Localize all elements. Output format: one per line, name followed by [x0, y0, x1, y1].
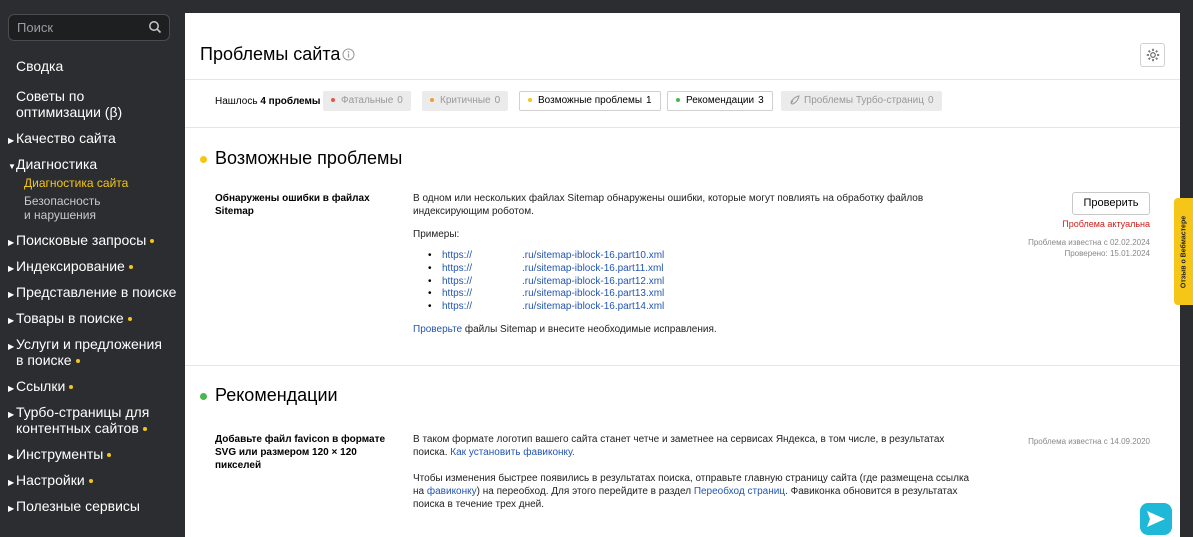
filter-recommendations[interactable]: Рекомендации 3 — [667, 91, 773, 111]
yellow-dot-icon — [528, 98, 532, 103]
notification-dot — [142, 427, 147, 432]
chevron-right-icon: ▶ — [8, 342, 15, 351]
chevron-right-icon: ▶ — [8, 290, 15, 299]
examples-list: https://.ru/sitemap-iblock-16.part10.xml… — [428, 250, 664, 314]
issue-description-sitemap: В одном или нескольких файлах Sitemap об… — [413, 193, 924, 217]
examples-label: Примеры: — [413, 229, 460, 240]
sidebar-item-tools[interactable]: ▶ Инструменты — [0, 446, 185, 462]
favicon-howto-link[interactable]: Как установить фавиконку. — [450, 447, 575, 458]
chevron-right-icon: ▶ — [8, 504, 15, 513]
section-title-possible: Возможные проблемы — [215, 148, 403, 168]
chevron-right-icon: ▶ — [8, 316, 15, 325]
check-button[interactable]: Проверить — [1072, 192, 1150, 215]
sidebar-item-queries[interactable]: ▶ Поисковые запросы — [0, 232, 185, 248]
green-dot-icon — [200, 393, 207, 400]
found-count: Нашлось 4 проблемы — [215, 96, 321, 107]
sidebar-item-goods[interactable]: ▶ Товары в поиске — [0, 310, 185, 326]
sidebar-item-links[interactable]: ▶ Ссылки — [0, 378, 185, 394]
chevron-right-icon: ▶ — [8, 452, 15, 461]
filter-bar: Нашлось 4 проблемы Фатальные 0 Критичные 0… — [185, 80, 1180, 128]
sidebar-item-indexing[interactable]: ▶ Индексирование — [0, 258, 185, 274]
sidebar-subitem-security[interactable]: Безопасность и нарушения — [0, 194, 110, 222]
send-icon — [1147, 511, 1165, 527]
orange-dot-icon — [430, 98, 434, 103]
list-item[interactable]: https://.ru/sitemap-iblock-16.part13.xml — [428, 288, 664, 301]
fix-hint: Проверьте файлы Sitemap и внесите необхо… — [413, 324, 717, 335]
sidebar-subitem-diag-site[interactable]: Диагностика сайта — [0, 176, 185, 190]
notification-dot — [88, 479, 93, 484]
sidebar-item-tips[interactable]: Советы по оптимизации (β) — [0, 88, 160, 120]
notification-dot — [150, 239, 155, 244]
sidebar-item-summary[interactable]: Сводка — [0, 58, 185, 74]
green-dot-icon — [676, 98, 680, 103]
search-input[interactable] — [9, 15, 144, 40]
status-text: Проблема актуальна — [1062, 219, 1150, 229]
search-box — [8, 14, 170, 41]
notification-dot — [128, 265, 133, 270]
filter-critical[interactable]: Критичные 0 — [422, 91, 509, 111]
sidebar-item-quality[interactable]: ▶ Качество сайта — [0, 130, 185, 146]
issue-meta-favicon: Проблема известна с 14.09.2020 — [1028, 437, 1150, 446]
main-panel: Проблемы сайта Нашлось 4 проблемы Фаталь… — [185, 13, 1180, 537]
gear-icon — [1146, 48, 1160, 62]
chevron-right-icon: ▶ — [8, 384, 15, 393]
sidebar-item-services[interactable]: ▶ Услуги и предложения в поиске — [0, 336, 175, 368]
page-title: Проблемы сайта — [200, 44, 341, 64]
issue-description-favicon-2: Чтобы изменения быстрее появились в резу… — [413, 473, 970, 510]
issue-meta-sitemap: Проблема известна с 02.02.2024 Проверено… — [1028, 238, 1150, 258]
info-icon[interactable] — [342, 48, 355, 61]
chevron-right-icon: ▶ — [8, 238, 15, 247]
rocket-icon — [790, 95, 800, 105]
filter-fatal[interactable]: Фатальные 0 — [323, 91, 411, 111]
red-dot-icon — [331, 98, 335, 103]
chevron-right-icon: ▶ — [8, 478, 15, 487]
sidebar-item-diagnostics[interactable]: ▼ Диагностика — [0, 156, 185, 172]
notification-dot — [127, 317, 132, 322]
search-icon[interactable] — [148, 20, 162, 34]
notification-dot — [75, 359, 80, 364]
list-item[interactable]: https://.ru/sitemap-iblock-16.part10.xml — [428, 250, 664, 263]
settings-button[interactable] — [1140, 43, 1165, 67]
list-item[interactable]: https://.ru/sitemap-iblock-16.part12.xml — [428, 276, 664, 289]
list-item[interactable]: https://.ru/sitemap-iblock-16.part14.xml — [428, 301, 664, 314]
fix-link[interactable]: Проверьте — [413, 324, 462, 335]
notification-dot — [69, 385, 74, 390]
chat-button[interactable] — [1140, 503, 1172, 535]
notification-dot — [107, 453, 112, 458]
sidebar-item-useful[interactable]: ▶ Полезные сервисы — [0, 498, 185, 514]
chevron-right-icon: ▶ — [8, 410, 15, 419]
filter-turbo[interactable]: Проблемы Турбо-страниц 0 — [781, 91, 942, 111]
recrawl-link[interactable]: Переобход страниц — [694, 486, 785, 497]
page-header: Проблемы сайта — [185, 13, 1180, 80]
issue-title-sitemap: Обнаружены ошибки в файлах Sitemap — [215, 193, 370, 217]
issue-description-favicon: В таком формате логотип вашего сайта ста… — [413, 434, 945, 458]
filter-possible[interactable]: Возможные проблемы 1 — [519, 91, 661, 111]
sidebar-item-turbo[interactable]: ▶ Турбо-страницы для контентных сайтов — [0, 404, 165, 436]
sidebar: Сводка Советы по оптимизации (β) ▶Качест… — [0, 0, 185, 537]
yellow-dot-icon — [200, 156, 207, 163]
sidebar-item-settings[interactable]: ▶ Настройки — [0, 472, 185, 488]
list-item[interactable]: https://.ru/sitemap-iblock-16.part11.xml — [428, 263, 664, 276]
chevron-down-icon: ▼ — [8, 162, 16, 171]
divider — [185, 365, 1180, 366]
favicon-link[interactable]: фавиконку — [427, 486, 477, 497]
issue-title-favicon: Добавьте файл favicon в формате SVG или … — [215, 434, 386, 471]
chevron-right-icon: ▶ — [8, 136, 15, 145]
sidebar-nav: Сводка Советы по оптимизации (β) ▶ Качест… — [0, 58, 185, 514]
section-title-recommendations: Рекомендации — [215, 385, 338, 405]
sidebar-item-presentation[interactable]: ▶ Представление в поиске — [0, 284, 185, 300]
feedback-tab[interactable]: Отзыв о Вебмастере — [1174, 198, 1193, 305]
chevron-right-icon: ▶ — [8, 264, 15, 273]
